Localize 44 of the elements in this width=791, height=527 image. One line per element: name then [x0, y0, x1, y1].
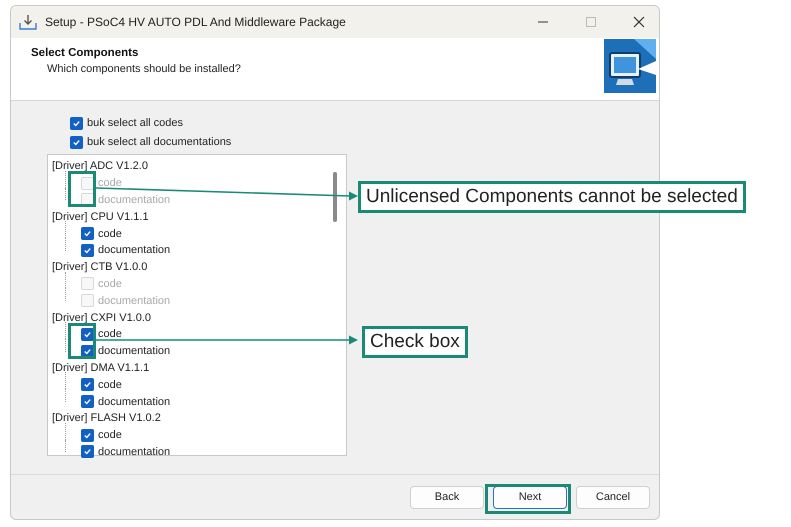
component-name: [Driver] ADC V1.2.0	[52, 160, 148, 172]
wizard-button[interactable]: Next	[493, 486, 567, 508]
checkbox-label: documentation	[98, 244, 170, 256]
close-icon[interactable]	[633, 16, 645, 28]
component-name: [Driver] DMA V1.1.1	[52, 362, 150, 374]
checkbox-label: documentation	[98, 294, 170, 307]
page-subtitle: Which components should be installed?	[47, 63, 242, 75]
checkbox[interactable]	[81, 244, 94, 257]
page-heading: Select Components	[31, 47, 140, 59]
component-name: [Driver] CTB V1.0.0	[52, 261, 148, 274]
checkbox[interactable]	[81, 378, 94, 392]
checkbox-label: buk select all codes	[87, 117, 183, 129]
checkbox[interactable]	[70, 136, 83, 148]
checkbox[interactable]	[81, 445, 94, 458]
checkbox-label: buk select all documentations	[87, 136, 232, 148]
callout-label: Unlicensed Components cannot be selected	[358, 181, 746, 213]
highlight-frame	[68, 323, 96, 359]
component-name: [Driver] FLASH V1.0.2	[52, 412, 161, 424]
check-icon	[72, 138, 81, 146]
checkbox-label: documentation	[98, 345, 170, 358]
scrollbar-thumb[interactable]	[333, 172, 337, 222]
checkbox-label: documentation	[98, 194, 170, 206]
window-title: Setup - PSoC4 HV AUTO PDL And Middleware Package	[45, 15, 346, 29]
component-name: [Driver] CPU V1.1.1	[52, 210, 149, 223]
checkbox-label: code	[98, 378, 122, 391]
checkbox-label: code	[98, 429, 122, 442]
checkbox-label: documentation	[98, 446, 170, 458]
checkbox-label: documentation	[98, 396, 170, 408]
checkbox-label: code	[98, 278, 122, 290]
checkbox-label: code	[98, 328, 122, 340]
checkbox[interactable]	[81, 395, 94, 408]
wizard-button[interactable]: Cancel	[576, 486, 650, 508]
component-name: [Driver] CXPI V1.0.0	[52, 312, 152, 324]
highlight-frame	[68, 171, 96, 207]
checkbox-label: code	[98, 228, 122, 240]
wizard-button[interactable]: Back	[410, 486, 484, 508]
checkbox[interactable]	[81, 227, 94, 240]
checkbox[interactable]	[81, 428, 94, 442]
checkbox-label: code	[98, 177, 122, 190]
installer-icon	[19, 14, 37, 30]
checkbox[interactable]	[70, 116, 83, 130]
callout-label: Check box	[362, 326, 468, 358]
checkbox[interactable]	[81, 328, 94, 341]
check-icon	[72, 118, 81, 128]
